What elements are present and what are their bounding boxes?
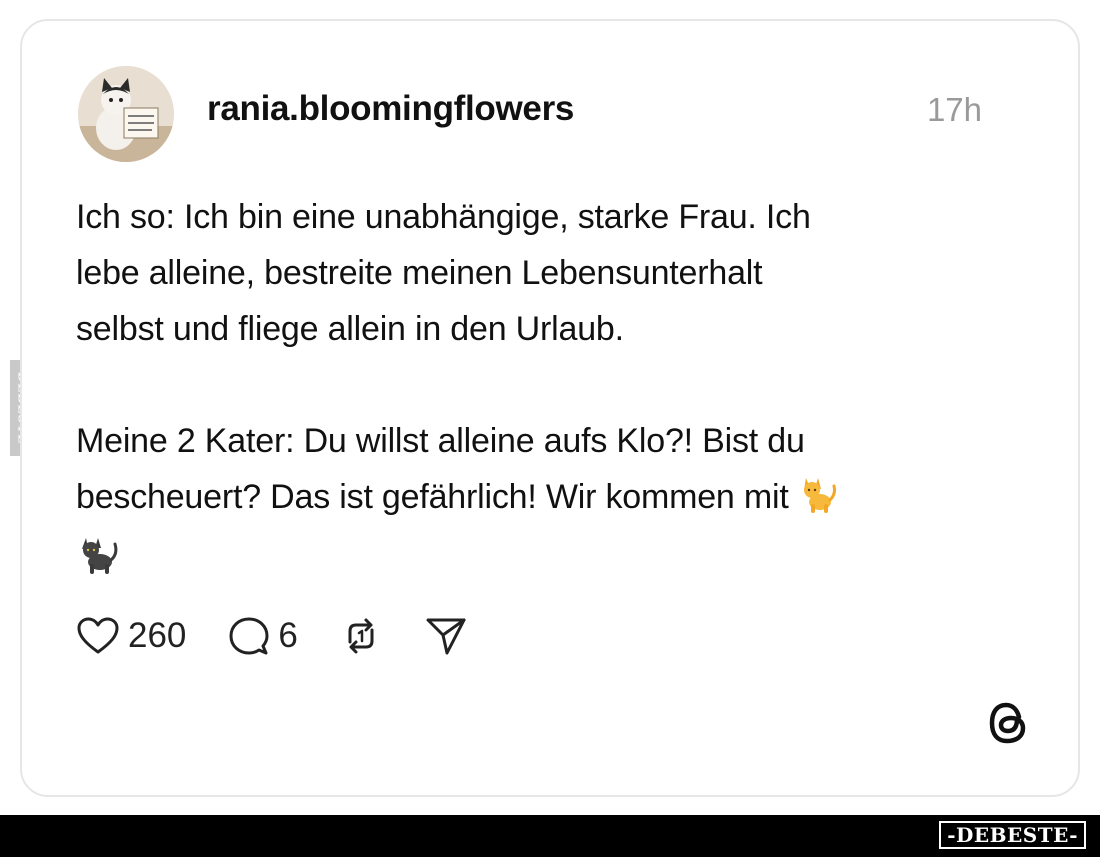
like-count: 260 [128, 616, 187, 655]
comment-icon [228, 615, 270, 657]
footer-bar: -DEBESTE- [0, 815, 1100, 857]
share-button[interactable] [424, 615, 468, 657]
post-paragraph-2-text: Meine 2 Kater: Du willst alleine aufs Kl… [76, 422, 805, 516]
post-paragraph-1: Ich so: Ich bin eine unabhängige, starke… [76, 198, 811, 348]
avatar[interactable] [78, 66, 174, 162]
repost-button[interactable] [340, 615, 382, 657]
black-cat-emoji [76, 532, 120, 593]
repost-icon [340, 615, 382, 657]
threads-post-card: rania.bloomingflowers 17h Ich so: Ich bi… [20, 19, 1080, 797]
post-timestamp: 17h [926, 91, 982, 128]
like-button[interactable]: 260 [76, 616, 186, 656]
avatar-image [78, 66, 174, 162]
footer-brand-logo[interactable]: -DEBESTE- [939, 821, 1086, 849]
post-paragraph-2: Meine 2 Kater: Du willst alleine aufs Kl… [76, 413, 1006, 593]
heart-icon [76, 616, 120, 656]
comment-button[interactable]: 6 [228, 615, 298, 657]
page: DEBESTE rania.bloom [0, 0, 1100, 857]
post-actions: 260 6 [76, 614, 510, 658]
share-icon [424, 615, 468, 657]
post-text: Ich so: Ich bin eine unabhängige, starke… [76, 189, 1006, 593]
comment-count: 6 [278, 616, 298, 655]
orange-cat-emoji [798, 474, 838, 531]
username-link[interactable]: rania.bloomingflowers [207, 89, 574, 129]
threads-logo-icon[interactable] [986, 699, 1034, 747]
